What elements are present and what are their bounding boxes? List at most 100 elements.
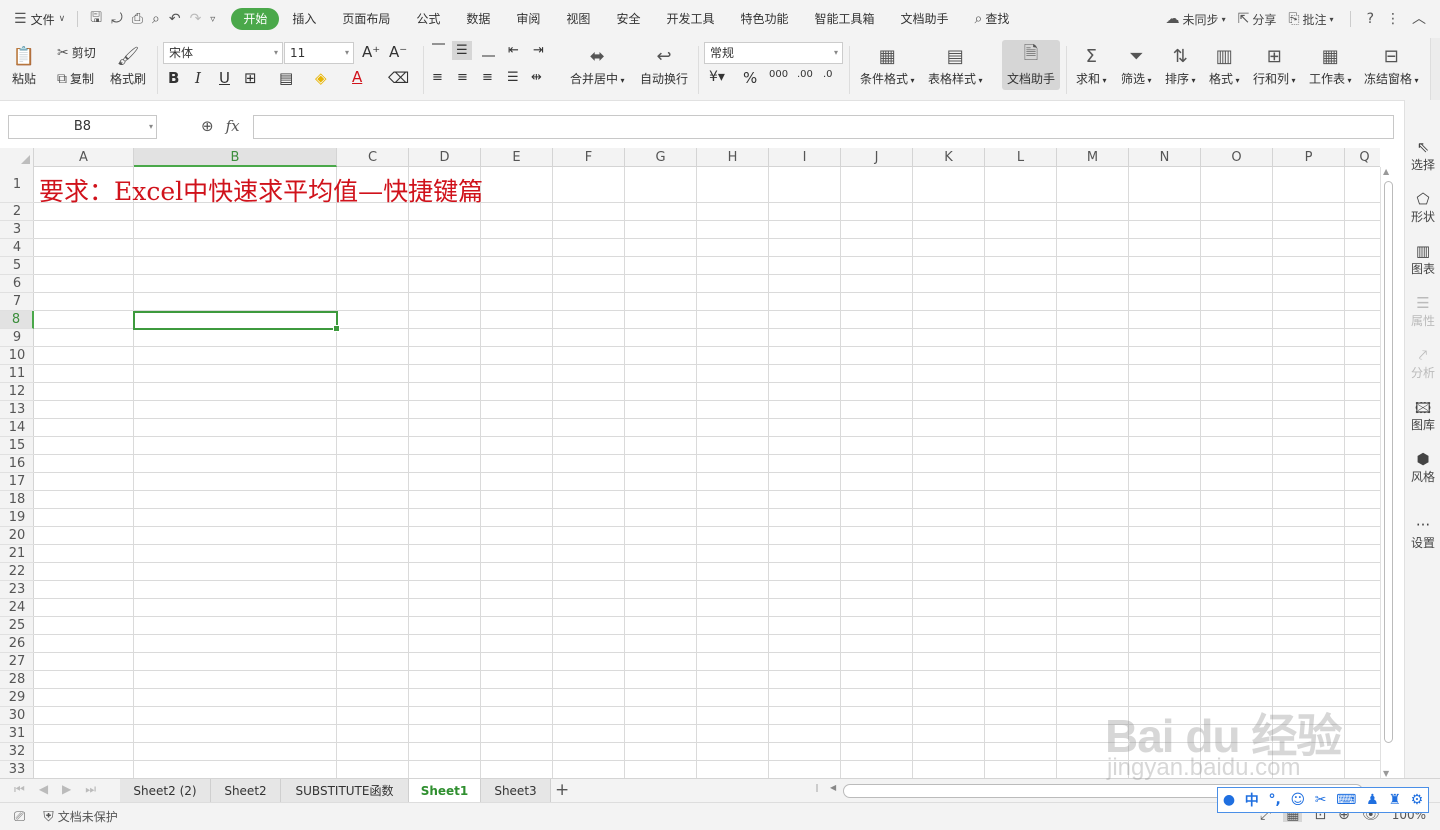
pane-settings[interactable]: ··· 设置 <box>1405 516 1440 551</box>
save-cloud-icon[interactable]: ⤾ <box>111 11 123 27</box>
column-header-g[interactable]: G <box>625 148 697 167</box>
column-header-f[interactable]: F <box>553 148 625 167</box>
pane-shapes[interactable]: ⬠ 形状 <box>1405 190 1440 225</box>
row-header-16[interactable]: 16 <box>0 455 34 473</box>
row-header-33[interactable]: 33 <box>0 761 34 778</box>
tab-review[interactable]: 审阅 <box>503 8 553 30</box>
tab-formulas[interactable]: 公式 <box>403 8 453 30</box>
pane-select[interactable]: ⇖ 选择 <box>1405 138 1440 173</box>
row-header-12[interactable]: 12 <box>0 383 34 401</box>
fill-pattern-icon[interactable]: ▤ <box>279 69 293 87</box>
copy-button[interactable]: ⧉ 复制 <box>57 70 94 87</box>
column-header-a[interactable]: A <box>34 148 134 167</box>
column-header-i[interactable]: I <box>769 148 841 167</box>
row-header-11[interactable]: 11 <box>0 365 34 383</box>
help-icon[interactable]: ? <box>1367 12 1374 26</box>
ime-scissors-icon[interactable]: ✂ <box>1315 792 1327 808</box>
row-header-13[interactable]: 13 <box>0 401 34 419</box>
ime-user-icon[interactable]: ♟ <box>1366 792 1379 808</box>
pane-gallery[interactable]: 🖾 图库 <box>1405 398 1440 433</box>
tab-page-layout[interactable]: 页面布局 <box>329 8 403 30</box>
row-header-14[interactable]: 14 <box>0 419 34 437</box>
tab-view[interactable]: 视图 <box>553 8 603 30</box>
prev-sheet-icon[interactable]: ◀ <box>39 782 48 797</box>
ime-keyboard-icon[interactable]: ⌨ <box>1336 792 1356 808</box>
row-header-4[interactable]: 4 <box>0 239 34 257</box>
row-header-18[interactable]: 18 <box>0 491 34 509</box>
worksheet-button[interactable]: ▦ 工作表 ▾ <box>1309 42 1352 87</box>
decrease-font-icon[interactable]: A⁻ <box>389 43 407 61</box>
column-header-m[interactable]: M <box>1057 148 1129 167</box>
sheet-tab-substitute[interactable]: SUBSTITUTE函数 <box>281 779 409 803</box>
row-header-24[interactable]: 24 <box>0 599 34 617</box>
last-sheet-icon[interactable]: ⏭ <box>85 782 96 797</box>
vertical-scrollbar[interactable]: ▲ ▼ <box>1380 167 1394 778</box>
increase-font-icon[interactable]: A⁺ <box>362 43 380 61</box>
bold-icon[interactable]: B <box>168 69 179 87</box>
decrease-indent-icon[interactable]: ⇤ <box>508 43 519 58</box>
customize-dropdown-icon[interactable]: ▿ <box>210 14 215 25</box>
formula-input[interactable] <box>253 115 1394 139</box>
ime-avatar-icon[interactable]: ● <box>1223 792 1235 808</box>
column-header-q[interactable]: Q <box>1345 148 1380 167</box>
sheet-tab-sheet2-2[interactable]: Sheet2 (2) <box>120 779 211 803</box>
select-all-corner[interactable] <box>0 148 34 167</box>
save-icon[interactable]: 🖫 <box>90 7 102 31</box>
row-header-17[interactable]: 17 <box>0 473 34 491</box>
font-name-select[interactable]: 宋体 ▾ <box>163 42 283 64</box>
row-header-19[interactable]: 19 <box>0 509 34 527</box>
column-header-l[interactable]: L <box>985 148 1057 167</box>
tab-home[interactable]: 开始 <box>231 8 280 30</box>
wrap-text-button[interactable]: ↩ 自动换行 <box>640 42 688 87</box>
row-header-1[interactable]: 1 <box>0 167 34 203</box>
align-right-icon[interactable]: ≡ <box>482 70 493 85</box>
cut-button[interactable]: ✂ 剪切 <box>57 44 96 61</box>
row-header-30[interactable]: 30 <box>0 707 34 725</box>
row-header-22[interactable]: 22 <box>0 563 34 581</box>
justify-icon[interactable]: ☰ <box>507 70 519 85</box>
clear-format-icon[interactable]: ⌫ <box>388 69 409 87</box>
name-box[interactable]: B8 ▾ <box>8 115 157 139</box>
more-vertical-icon[interactable]: ⋮ <box>1386 12 1400 26</box>
collapse-ribbon-icon[interactable]: ︿ <box>1412 12 1426 26</box>
table-style-button[interactable]: ▤ 表格样式 ▾ <box>928 42 983 87</box>
column-header-n[interactable]: N <box>1129 148 1201 167</box>
column-header-c[interactable]: C <box>337 148 409 167</box>
pane-properties[interactable]: ☰ 属性 <box>1405 294 1440 329</box>
sort-button[interactable]: ⇅ 排序 ▾ <box>1165 42 1196 87</box>
vertical-scroll-thumb[interactable] <box>1384 181 1393 743</box>
first-sheet-icon[interactable]: ⏮ <box>14 782 25 797</box>
row-header-20[interactable]: 20 <box>0 527 34 545</box>
row-header-3[interactable]: 3 <box>0 221 34 239</box>
column-header-j[interactable]: J <box>841 148 913 167</box>
format-button[interactable]: ▥ 格式 ▾ <box>1209 42 1240 87</box>
filter-button[interactable]: ⏷ 筛选 ▾ <box>1121 42 1152 87</box>
pane-chart[interactable]: ▥ 图表 <box>1405 242 1440 277</box>
percent-icon[interactable]: % <box>743 69 757 87</box>
scroll-down-icon[interactable]: ▼ <box>1383 769 1389 778</box>
sync-button[interactable]: ☁ 未同步 ▾ <box>1166 11 1226 28</box>
ime-punctuation-icon[interactable]: °, <box>1268 792 1280 808</box>
row-header-32[interactable]: 32 <box>0 743 34 761</box>
row-header-10[interactable]: 10 <box>0 347 34 365</box>
tab-smart-toolbox[interactable]: 智能工具箱 <box>801 8 887 30</box>
insert-function-icon[interactable]: fx <box>226 117 240 135</box>
add-sheet-icon[interactable]: + <box>555 780 569 800</box>
align-middle-icon[interactable]: ☰ <box>452 41 472 60</box>
zoom-search-icon[interactable]: ⊕ <box>201 117 214 135</box>
row-header-31[interactable]: 31 <box>0 725 34 743</box>
tab-data[interactable]: 数据 <box>453 8 503 30</box>
share-button[interactable]: ⇱ 分享 <box>1238 11 1277 28</box>
currency-icon[interactable]: ¥▾ <box>709 69 725 85</box>
column-header-d[interactable]: D <box>409 148 481 167</box>
row-header-29[interactable]: 29 <box>0 689 34 707</box>
status-panel-icon[interactable]: ⎚ <box>14 810 25 824</box>
distribute-icon[interactable]: ⇹ <box>531 70 542 85</box>
row-header-5[interactable]: 5 <box>0 257 34 275</box>
row-header-21[interactable]: 21 <box>0 545 34 563</box>
ime-chinese-mode-icon[interactable]: 中 <box>1245 790 1259 810</box>
number-format-select[interactable]: 常规 ▾ <box>704 42 843 64</box>
tab-insert[interactable]: 插入 <box>279 8 329 30</box>
next-sheet-icon[interactable]: ▶ <box>62 782 71 797</box>
comment-button[interactable]: ⎘ 批注 ▾ <box>1288 11 1333 28</box>
